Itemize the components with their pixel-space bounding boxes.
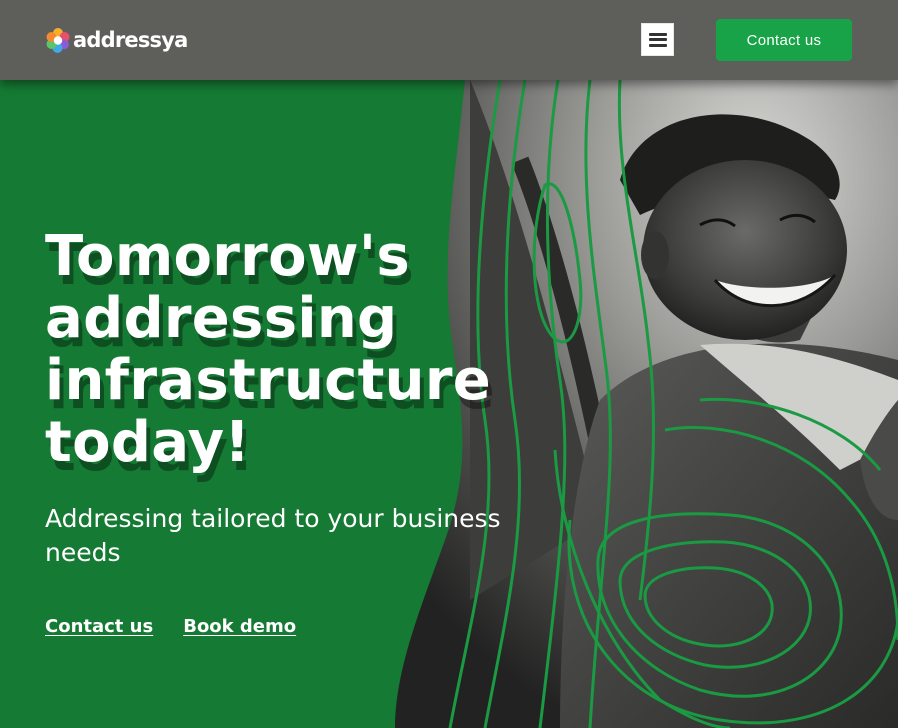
brand-name: addressya [73, 28, 188, 52]
landing-page: addressya Contact us Tomorrow's addressi… [0, 0, 898, 728]
header-contact-button[interactable]: Contact us [716, 19, 852, 61]
hero-title: Tomorrow's addressing infrastructure tod… [45, 224, 492, 475]
hero-contact-link[interactable]: Contact us [45, 616, 153, 637]
menu-toggle-button[interactable] [641, 23, 674, 56]
hamburger-menu-icon [648, 32, 667, 47]
hero-section: Tomorrow's addressing infrastructure tod… [45, 224, 565, 638]
hero-subtitle: Addressing tailored to your business nee… [45, 504, 501, 567]
hero-actions: Contact us Book demo [45, 616, 565, 637]
hero-book-demo-link[interactable]: Book demo [183, 616, 296, 637]
brand-logo[interactable]: addressya [45, 26, 188, 54]
site-header: addressya Contact us [0, 0, 898, 80]
addressya-logo-icon [46, 28, 70, 53]
